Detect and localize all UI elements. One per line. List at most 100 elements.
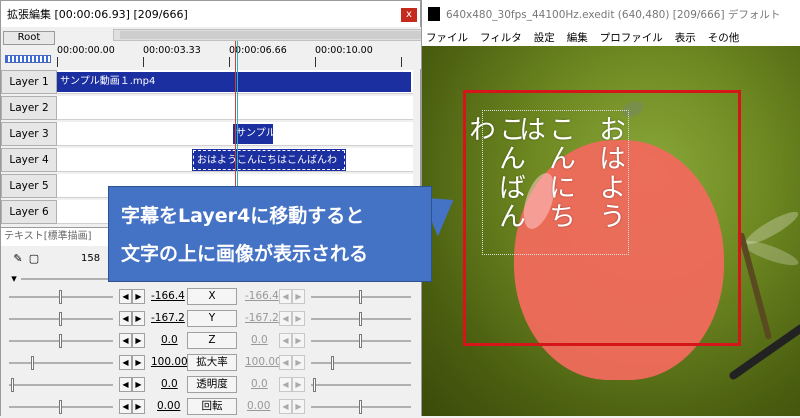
edit-icon[interactable]: ✎ (11, 252, 25, 266)
end-arrows[interactable]: ◀ ▶ (279, 311, 305, 326)
end-arrows[interactable]: ◀ ▶ (279, 377, 305, 392)
param-row-rotation: ◀ ▶ 0.00 回転 0.00 ◀ ▶ (1, 396, 422, 418)
video-clip[interactable]: サンプル動画１.mp4 (57, 72, 411, 92)
end-slider[interactable] (311, 362, 411, 364)
layer-label[interactable]: Layer 6 (1, 200, 57, 224)
param-row-scale: ◀ ▶ 100.00 拡大率 100.00 ◀ ▶ (1, 352, 422, 374)
param-row-z: ◀ ▶ 0.0 Z 0.0 ◀ ▶ (1, 330, 422, 352)
end-arrows[interactable]: ◀ ▶ (279, 399, 305, 414)
slider-thumb[interactable] (59, 334, 62, 348)
end-value[interactable]: -166.4 (245, 290, 279, 302)
menu-bar: ファイル フィルタ 設定 編集 プロファイル 表示 その他 (422, 28, 800, 46)
menu-item-settings[interactable]: 設定 (534, 30, 555, 45)
start-arrows[interactable]: ◀ ▶ (119, 333, 145, 348)
start-value[interactable]: 0.0 (161, 378, 178, 390)
start-arrows[interactable]: ◀ ▶ (119, 311, 145, 326)
slider-thumb[interactable] (359, 290, 362, 304)
root-button[interactable]: Root (3, 31, 55, 45)
param-row-x: ◀ ▶ -166.4 X -166.4 ◀ ▶ (1, 286, 422, 308)
horizontal-scrollbar[interactable] (113, 29, 469, 41)
start-arrows[interactable]: ◀ ▶ (119, 289, 145, 304)
highlight-frame (463, 90, 741, 346)
frame-icon[interactable]: ▢ (27, 252, 41, 266)
start-slider[interactable] (9, 384, 113, 386)
end-arrows[interactable]: ◀ ▶ (279, 355, 305, 370)
end-value[interactable]: 0.0 (251, 334, 268, 346)
preview-window: 640x480_30fps_44100Hz.exedit (640,480) [… (421, 0, 800, 416)
ruler-tick (143, 57, 144, 67)
start-slider[interactable] (9, 362, 113, 364)
end-value[interactable]: -167.2 (245, 312, 279, 324)
layer-row: Layer 3 サンプル画 (1, 121, 422, 147)
param-row-y: ◀ ▶ -167.2 Y -167.2 ◀ ▶ (1, 308, 422, 330)
slider-thumb[interactable] (59, 400, 62, 414)
slider-thumb[interactable] (359, 400, 362, 414)
callout-line: 字幕をLayer4に移動すると (121, 205, 365, 227)
param-button[interactable]: Y (187, 310, 237, 327)
ruler-tick (401, 57, 402, 67)
slider-thumb[interactable] (31, 356, 34, 370)
layer-row: Layer 4 おはようこんにちはこんばんわ (1, 147, 422, 173)
slider-thumb[interactable] (313, 378, 316, 392)
param-button[interactable]: X (187, 288, 237, 305)
param-row-opacity: ◀ ▶ 0.0 透明度 0.0 ◀ ▶ (1, 374, 422, 396)
zoom-bar[interactable] (5, 55, 51, 63)
chevron-down-icon[interactable]: ▾ (7, 272, 21, 286)
start-value[interactable]: -166.4 (151, 290, 185, 302)
slider-thumb[interactable] (359, 312, 362, 326)
start-value[interactable]: -167.2 (151, 312, 185, 324)
menu-item-edit[interactable]: 編集 (567, 30, 588, 45)
menu-item-profile[interactable]: プロファイル (600, 30, 663, 45)
end-arrows[interactable]: ◀ ▶ (279, 333, 305, 348)
menu-item-view[interactable]: 表示 (675, 30, 696, 45)
layer-label[interactable]: Layer 4 (1, 148, 57, 172)
preview-canvas[interactable]: おはよう こんにちは こんばんわ (422, 46, 800, 416)
text-clip[interactable]: おはようこんにちはこんばんわ (192, 149, 346, 171)
param-button[interactable]: 拡大率 (187, 354, 237, 371)
start-arrows[interactable]: ◀ ▶ (119, 355, 145, 370)
preview-title: 640x480_30fps_44100Hz.exedit (640,480) [… (422, 0, 800, 28)
end-arrows[interactable]: ◀ ▶ (279, 289, 305, 304)
layer-row: Layer 2 (1, 95, 422, 121)
slider-thumb[interactable] (331, 356, 334, 370)
param-button[interactable]: 透明度 (187, 376, 237, 393)
scrollbar-thumb[interactable] (120, 31, 460, 39)
callout-box: 字幕をLayer4に移動すると 文字の上に画像が表示される (108, 186, 432, 282)
ruler-tick (229, 57, 230, 67)
start-value[interactable]: 0.00 (157, 400, 180, 412)
menu-item-filter[interactable]: フィルタ (480, 30, 522, 45)
timeline-title: 拡張編集 [00:00:06.93] [209/666] (1, 1, 420, 27)
callout-line: 文字の上に画像が表示される (121, 243, 369, 265)
end-value[interactable]: 0.00 (247, 400, 270, 412)
slider-thumb[interactable] (11, 378, 14, 392)
ruler-label: 00:00:10.00 (315, 45, 373, 56)
slider-thumb[interactable] (359, 334, 362, 348)
menu-item-file[interactable]: ファイル (426, 30, 468, 45)
start-arrows[interactable]: ◀ ▶ (119, 377, 145, 392)
app-icon (428, 7, 440, 21)
layer-label[interactable]: Layer 5 (1, 174, 57, 198)
layer-label[interactable]: Layer 3 (1, 122, 57, 146)
timeline-ruler-area: Root 00:00:00.00 00:00:03.33 00:00:06.66… (1, 27, 469, 69)
ruler-label: 00:00:00.00 (57, 45, 115, 56)
start-arrows[interactable]: ◀ ▶ (119, 399, 145, 414)
end-slider[interactable] (311, 384, 411, 386)
timeline-title-text: 拡張編集 [00:00:06.93] [209/666] (7, 8, 188, 21)
slider-thumb[interactable] (59, 312, 62, 326)
ruler-tick (57, 57, 58, 67)
slider-thumb[interactable] (59, 290, 62, 304)
layer-label[interactable]: Layer 1 (1, 70, 57, 94)
layer-label[interactable]: Layer 2 (1, 96, 57, 120)
layer-row: Layer 1 サンプル動画１.mp4 (1, 69, 422, 95)
end-value[interactable]: 0.0 (251, 378, 268, 390)
close-icon[interactable]: x (401, 8, 417, 22)
image-clip[interactable]: サンプル画 (233, 124, 273, 144)
frame-number: 158 (81, 253, 101, 264)
param-button[interactable]: 回転 (187, 398, 237, 415)
start-value[interactable]: 100.00 (151, 356, 188, 368)
menu-item-other[interactable]: その他 (708, 30, 740, 45)
param-button[interactable]: Z (187, 332, 237, 349)
end-value[interactable]: 100.00 (245, 356, 282, 368)
preview-title-text: 640x480_30fps_44100Hz.exedit (640,480) [… (446, 8, 781, 21)
start-value[interactable]: 0.0 (161, 334, 178, 346)
